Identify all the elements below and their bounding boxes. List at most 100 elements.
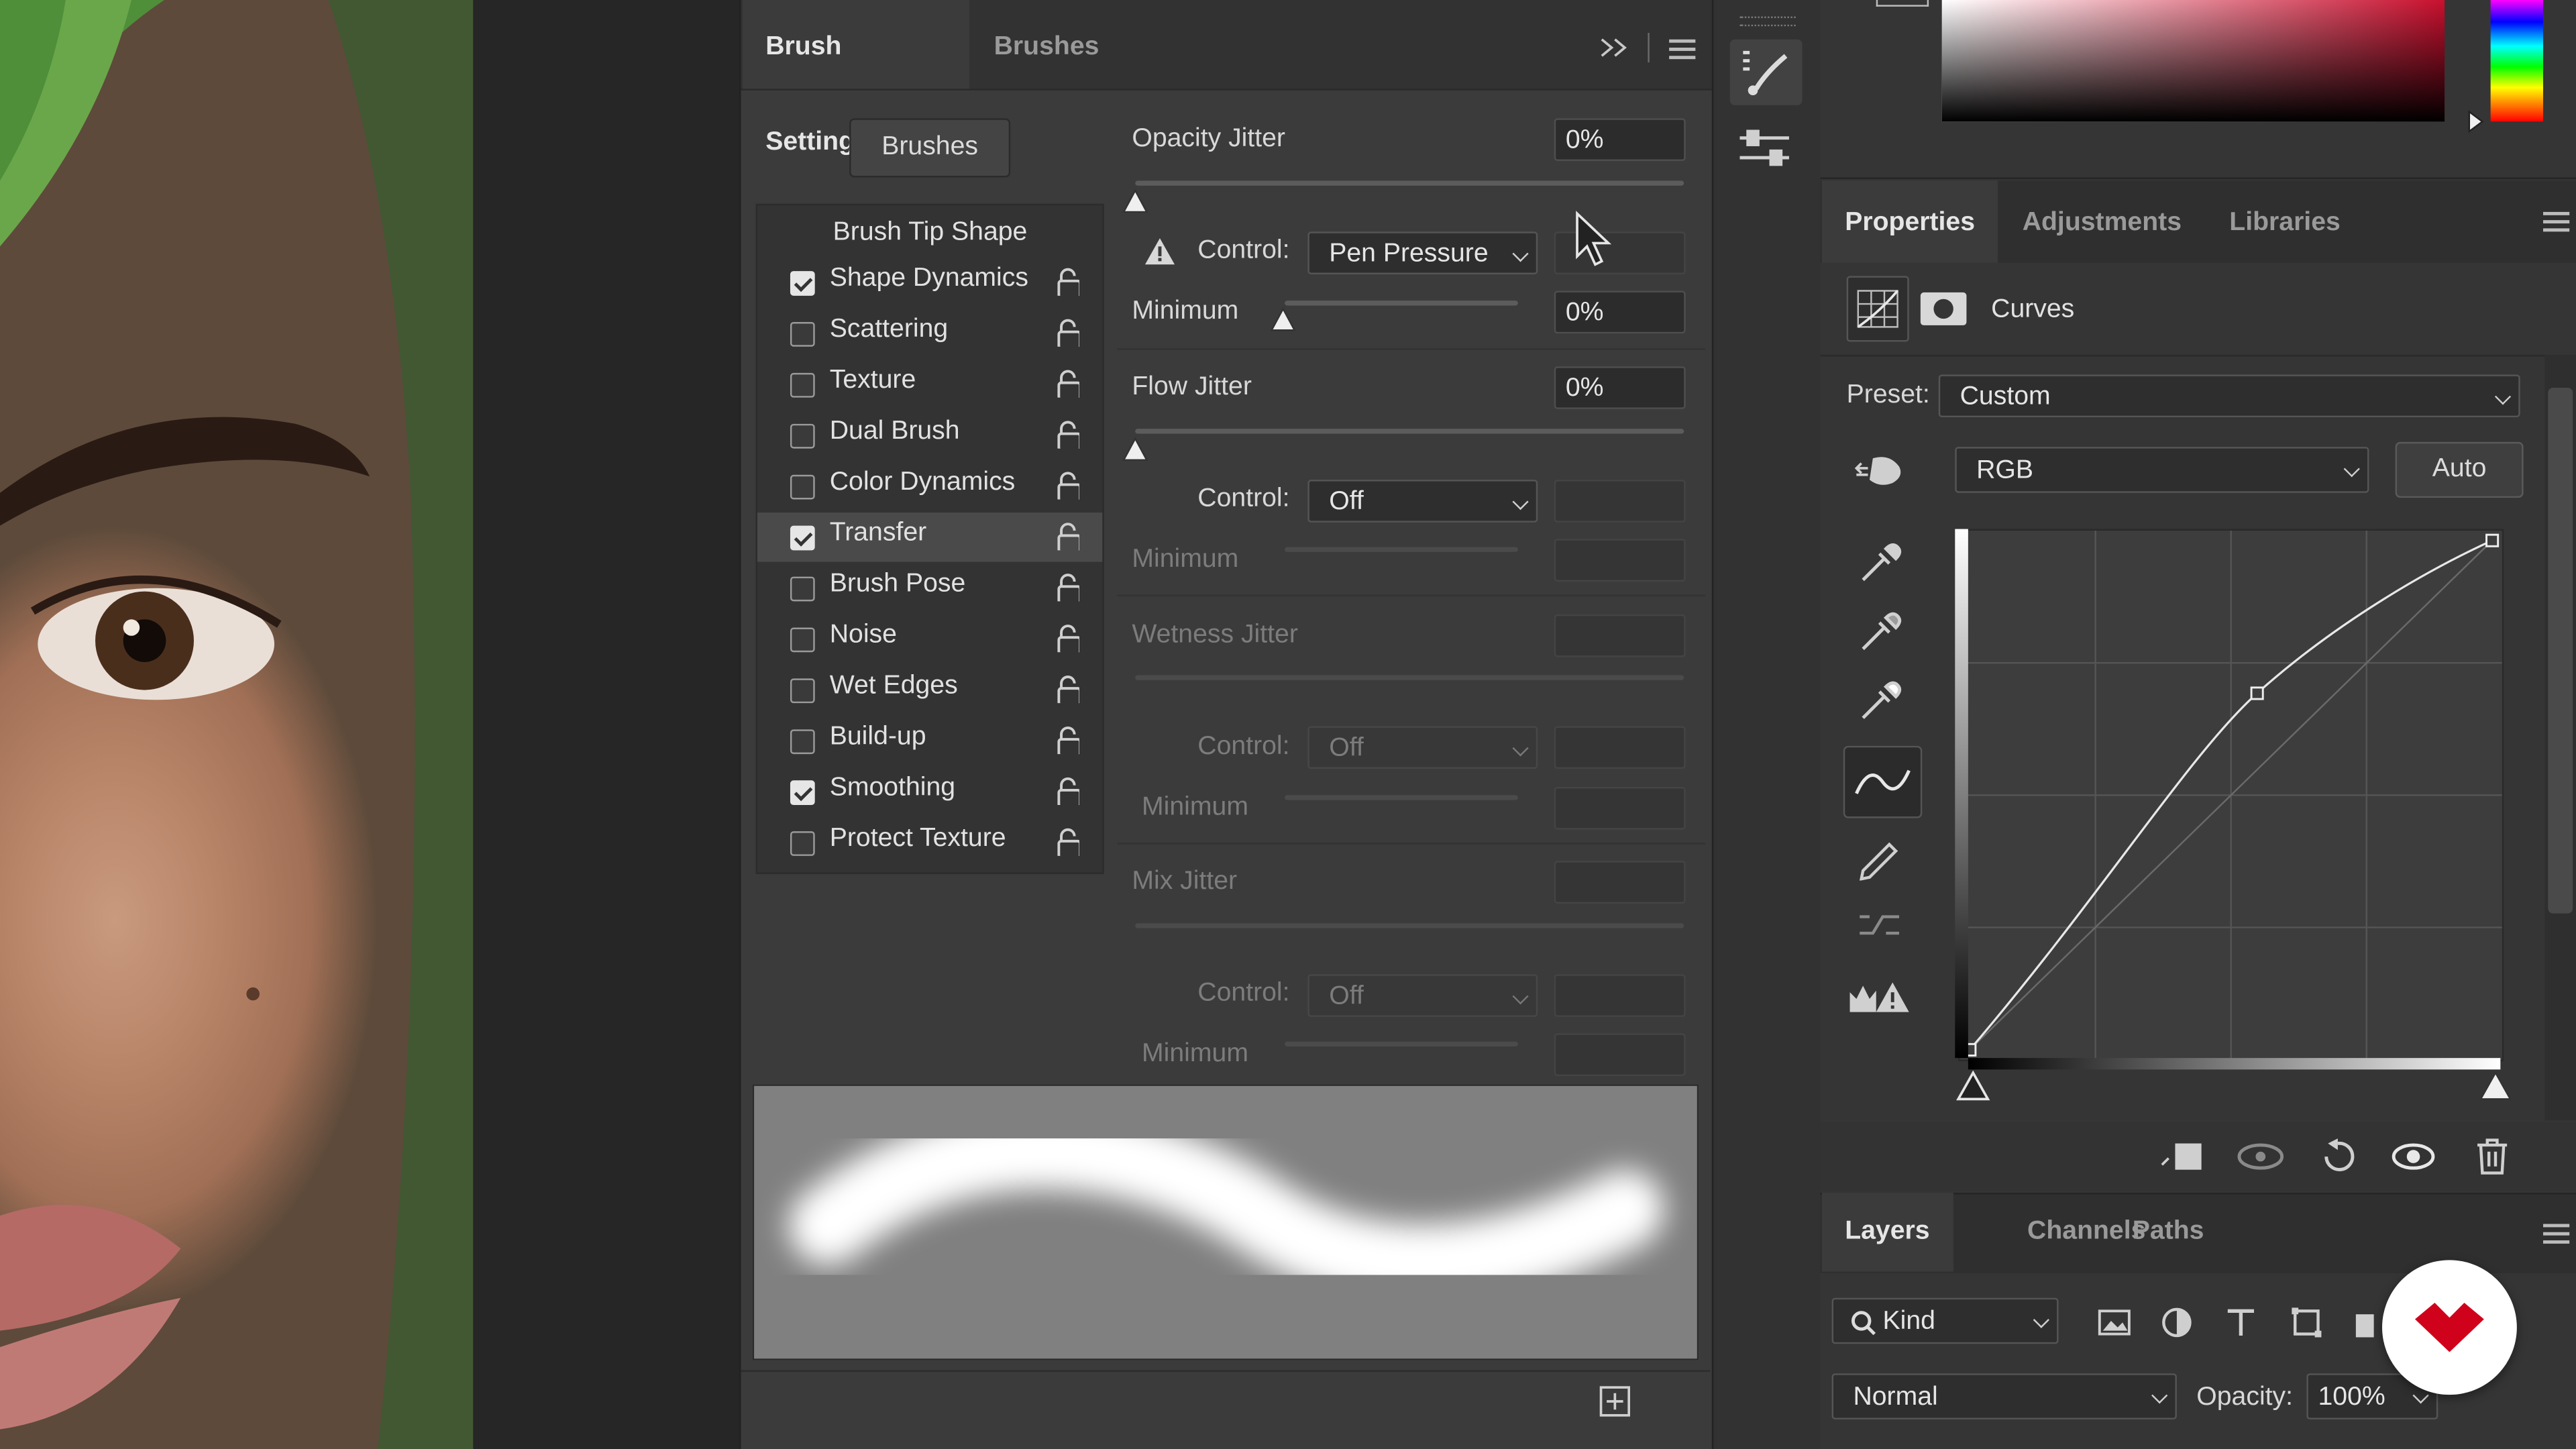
brush-option-row[interactable]: Scattering (757, 309, 1102, 358)
clipping-warning-icon[interactable] (1847, 976, 1913, 1022)
unlock-icon[interactable] (1057, 521, 1079, 551)
document-canvas-photo[interactable] (0, 0, 474, 1449)
unlock-icon[interactable] (1057, 266, 1079, 296)
tab-brush-settings[interactable]: Brush Settings (742, 0, 969, 156)
type-layer-filter-icon[interactable] (2222, 1304, 2259, 1340)
brush-option-row[interactable]: Protect Texture (757, 818, 1102, 867)
unlock-icon[interactable] (1057, 368, 1079, 398)
new-brush-icon[interactable] (1599, 1385, 1631, 1417)
reset-icon[interactable] (2316, 1137, 2359, 1177)
curve-control-point[interactable] (2250, 686, 2264, 700)
flow-jitter-thumb[interactable] (1120, 435, 1150, 465)
black-input-slider-icon[interactable] (1955, 1069, 1991, 1102)
panel-menu-icon[interactable] (2543, 1224, 2570, 1244)
opacity-minimum-field[interactable]: 0% (1554, 290, 1686, 334)
brush-option-row[interactable]: Wet Edges (757, 665, 1102, 714)
curve-control-point[interactable] (2485, 533, 2500, 547)
pencil-icon[interactable] (1853, 828, 1905, 881)
curves-adjustment-icon[interactable] (1846, 276, 1909, 342)
trash-icon[interactable] (2473, 1137, 2512, 1177)
tab-paths[interactable]: Paths (2109, 1193, 2226, 1272)
brush-option-checkbox[interactable] (790, 831, 815, 856)
auto-button[interactable]: Auto (2395, 441, 2524, 498)
brush-option-row[interactable]: Smoothing (757, 767, 1102, 816)
brush-option-checkbox[interactable] (790, 678, 815, 704)
curves-graph[interactable] (1958, 529, 2504, 1062)
brush-option-row[interactable]: Color Dynamics (757, 462, 1102, 511)
brush-option-checkbox[interactable] (790, 729, 815, 755)
brush-option-row[interactable]: Dual Brush (757, 411, 1102, 460)
foreground-swatch[interactable] (1876, 0, 1929, 7)
white-input-slider-icon[interactable] (2477, 1069, 2514, 1102)
tab-properties[interactable]: Properties (1821, 180, 1998, 263)
brush-option-checkbox[interactable] (790, 576, 815, 602)
channel-select[interactable]: RGB (1955, 447, 2369, 493)
clip-to-layer-icon[interactable] (2155, 1138, 2204, 1175)
brush-option-checkbox[interactable] (790, 423, 815, 449)
visibility-eye-icon[interactable] (2390, 1138, 2436, 1175)
flow-jitter-slider[interactable] (1135, 429, 1684, 434)
brush-option-checkbox[interactable] (790, 322, 815, 347)
pixel-layer-filter-icon[interactable] (2096, 1306, 2133, 1339)
unlock-icon[interactable] (1057, 470, 1079, 500)
tab-brushes[interactable]: Brushes (971, 0, 1122, 89)
gray-point-eyedropper-icon[interactable] (1853, 604, 1905, 657)
unlock-icon[interactable] (1057, 419, 1079, 449)
adjustments-dock-button[interactable] (1730, 115, 1803, 180)
tab-libraries[interactable]: Libraries (2206, 180, 2363, 262)
tab-adjustments[interactable]: Adjustments (1999, 180, 2204, 262)
mask-icon[interactable] (1919, 289, 1968, 329)
curve-point-tool-button[interactable] (1843, 745, 1923, 818)
brush-option-checkbox[interactable] (790, 271, 815, 296)
brush-option-checkbox[interactable] (790, 372, 815, 398)
hue-slider-thumb[interactable] (2466, 110, 2485, 133)
brush-tip-shape-item[interactable]: Brush Tip Shape (833, 219, 1028, 248)
opacity-jitter-thumb[interactable] (1120, 187, 1150, 217)
brushes-button[interactable]: Brushes (849, 118, 1011, 178)
dock-grip[interactable] (1739, 16, 1796, 27)
unlock-icon[interactable] (1057, 317, 1079, 347)
color-field[interactable] (1941, 0, 2445, 122)
unlock-icon[interactable] (1057, 623, 1079, 653)
hue-slider[interactable] (2490, 0, 2544, 122)
opacity-jitter-slider[interactable] (1135, 180, 1684, 186)
panel-menu-icon[interactable] (1669, 39, 1696, 60)
brush-option-row[interactable]: Brush Pose (757, 564, 1102, 612)
shape-layer-filter-icon[interactable] (2288, 1304, 2324, 1340)
collapse-panel-icon[interactable] (1599, 36, 1631, 59)
view-previous-state-icon[interactable] (2235, 1138, 2287, 1175)
targeted-adjustment-hand-icon[interactable] (1853, 450, 1909, 493)
brush-option-checkbox[interactable] (790, 627, 815, 653)
opacity-minimum-slider[interactable] (1285, 301, 1518, 306)
unlock-icon[interactable] (1057, 826, 1079, 856)
opacity-minimum-thumb[interactable] (1269, 306, 1298, 335)
unlock-icon[interactable] (1057, 775, 1079, 806)
layer-filter-select[interactable]: Kind (1831, 1297, 2059, 1344)
unlock-icon[interactable] (1057, 724, 1079, 755)
properties-scrollbar[interactable] (2544, 354, 2576, 1121)
flow-control-select[interactable]: Off (1307, 480, 1538, 523)
brush-option-row[interactable]: Noise (757, 614, 1102, 663)
panel-menu-icon[interactable] (2543, 211, 2570, 232)
brush-option-checkbox[interactable] (790, 474, 815, 500)
tab-layers[interactable]: Layers (1821, 1192, 1953, 1272)
brush-option-checkbox[interactable] (790, 525, 815, 551)
opacity-control-select[interactable]: Pen Pressure (1307, 231, 1538, 274)
adjustment-layer-filter-icon[interactable] (2159, 1304, 2195, 1340)
brush-option-checkbox[interactable] (790, 780, 815, 806)
opacity-jitter-field[interactable]: 0% (1554, 118, 1686, 162)
brush-settings-dock-button[interactable] (1729, 39, 1803, 105)
smart-object-filter-icon[interactable] (2354, 1304, 2374, 1340)
blend-mode-select[interactable]: Normal (1831, 1373, 2177, 1419)
preset-select[interactable]: Custom (1938, 374, 2520, 418)
flow-jitter-field[interactable]: 0% (1554, 366, 1686, 409)
brush-option-row[interactable]: Shape Dynamics (757, 258, 1102, 307)
unlock-icon[interactable] (1057, 572, 1079, 602)
brush-option-row[interactable]: Transfer (757, 513, 1103, 562)
brush-option-row[interactable]: Texture (757, 360, 1102, 409)
unlock-icon[interactable] (1057, 674, 1079, 704)
brush-option-row[interactable]: Build-up (757, 716, 1102, 765)
white-point-eyedropper-icon[interactable] (1853, 674, 1905, 726)
scrollbar-thumb[interactable] (2548, 387, 2573, 914)
black-point-eyedropper-icon[interactable] (1853, 535, 1905, 588)
